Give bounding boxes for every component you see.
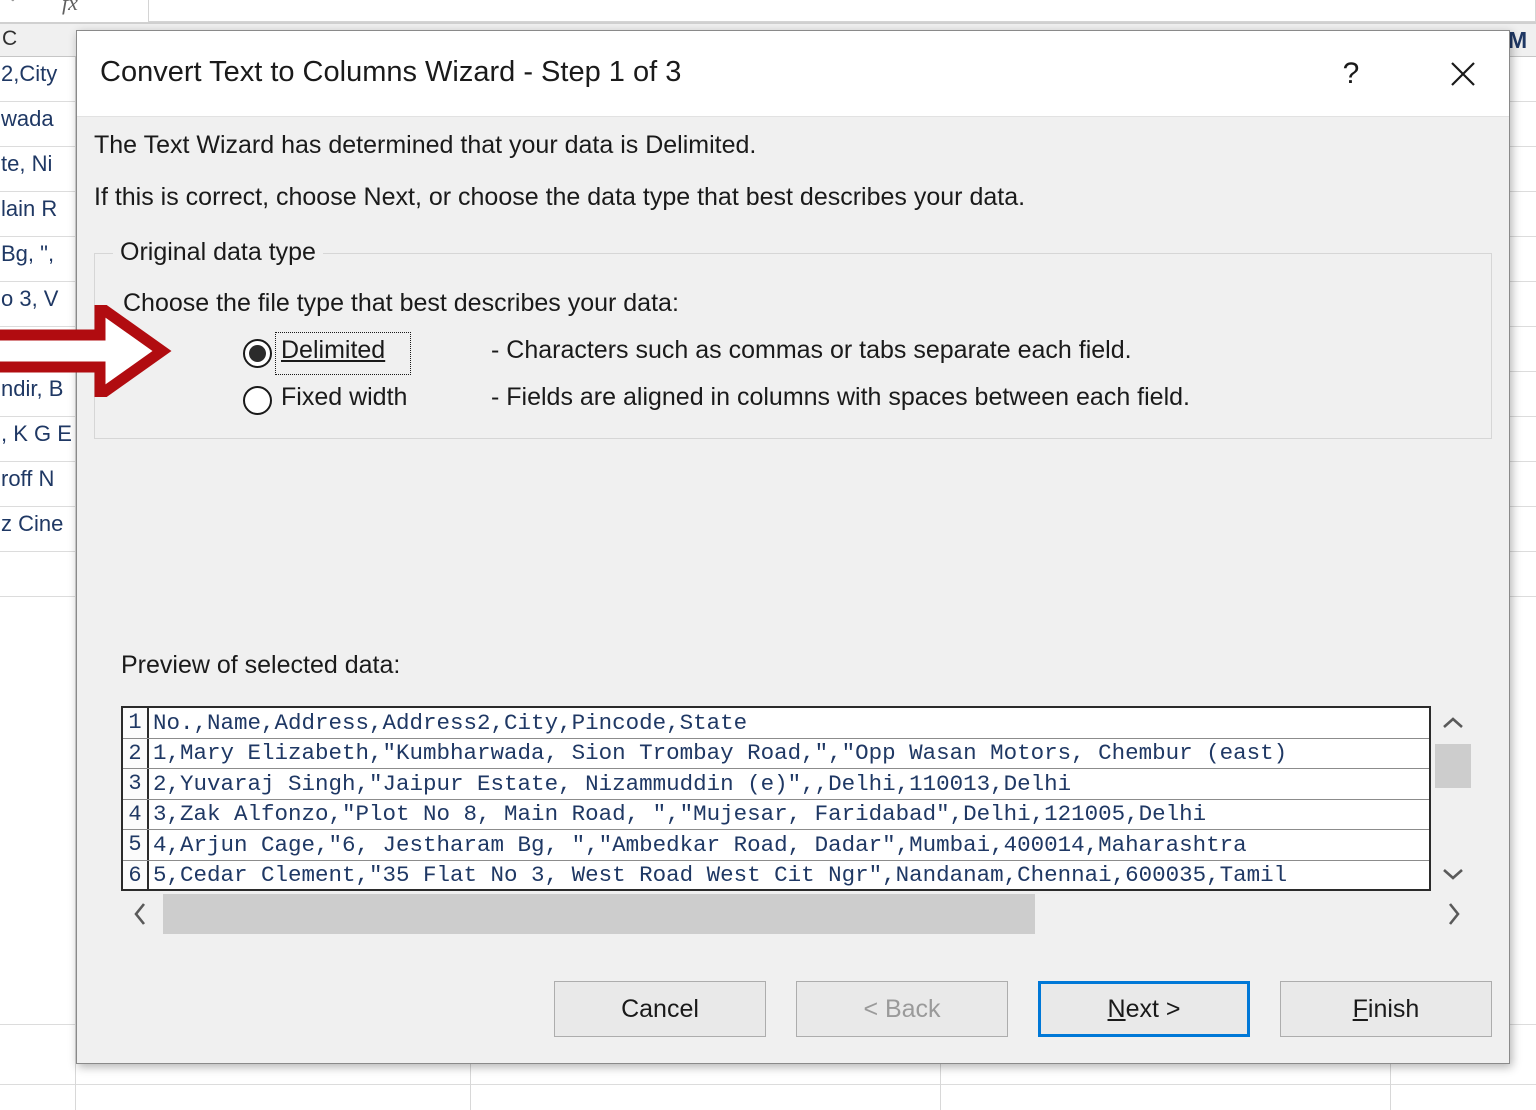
grid-line <box>0 1084 1536 1085</box>
formula-bar-input[interactable]: No.,Name,Address,Address2,City,Pincode,S… <box>148 0 1536 22</box>
preview-row: 3 2,Yuvaraj Singh,"Jaipur Estate, Nizamm… <box>123 769 1429 800</box>
radio-selected-dot <box>249 345 266 362</box>
preview-row-text: 5,Cedar Clement,"35 Flat No 3, West Road… <box>153 862 1288 889</box>
preview-row-number: 6 <box>123 860 149 889</box>
preview-pane[interactable]: 1 No.,Name,Address,Address2,City,Pincode… <box>121 706 1431 891</box>
cell-text: 12, 1, <box>1 331 57 356</box>
close-icon[interactable] <box>1435 51 1491 97</box>
choose-file-type-label: Choose the file type that best describes… <box>123 289 679 317</box>
preview-label: Preview of selected data: <box>121 651 401 679</box>
cell-text: , K G E <box>1 421 72 446</box>
back-button[interactable]: < Back <box>796 981 1008 1037</box>
scroll-right-icon[interactable] <box>1435 891 1473 937</box>
vertical-scroll-thumb[interactable] <box>1435 744 1471 788</box>
convert-text-to-columns-dialog: Convert Text to Columns Wizard - Step 1 … <box>76 30 1510 1064</box>
preview-row: 2 1,Mary Elizabeth,"Kumbharwada, Sion Tr… <box>123 738 1429 769</box>
preview-row: 4 3,Zak Alfonzo,"Plot No 8, Main Road, "… <box>123 799 1429 830</box>
preview-horizontal-scrollbar[interactable] <box>121 891 1473 937</box>
preview-row: 6 5,Cedar Clement,"35 Flat No 3, West Ro… <box>123 860 1429 889</box>
cell-text: roff N <box>1 466 55 491</box>
preview-row-text: 4,Arjun Cage,"6, Jestharam Bg, ","Ambedk… <box>153 831 1247 858</box>
next-button[interactable]: Next > <box>1038 981 1250 1037</box>
cancel-button[interactable]: Cancel <box>554 981 766 1037</box>
help-icon[interactable]: ? <box>1323 51 1379 97</box>
preview-row: 1 No.,Name,Address,Address2,City,Pincode… <box>123 708 1429 739</box>
preview-row-number: 1 <box>123 708 149 738</box>
preview-row: 5 4,Arjun Cage,"6, Jestharam Bg, ","Ambe… <box>123 830 1429 861</box>
preview-row-number: 3 <box>123 769 149 799</box>
column-header-m[interactable]: M <box>1508 27 1527 54</box>
delimited-description: - Characters such as commas or tabs sepa… <box>491 336 1132 364</box>
cell-text: ndir, B <box>1 376 64 401</box>
preview-row-number: 5 <box>123 830 149 860</box>
preview-row-text: 2,Yuvaraj Singh,"Jaipur Estate, Nizammud… <box>153 770 1072 797</box>
dialog-title-bar: Convert Text to Columns Wizard - Step 1 … <box>77 31 1509 117</box>
fixed-width-radio-button[interactable] <box>243 386 272 415</box>
preview-row-text: No.,Name,Address,Address2,City,Pincode,S… <box>153 709 748 736</box>
group-legend: Original data type <box>113 238 323 267</box>
cell-text: Bg, ", <box>1 241 55 266</box>
screen: C M 2,City wada te, Ni lain R Bg, ", o 3… <box>0 0 1536 1110</box>
cell-text: lain R <box>1 196 58 221</box>
cell-text: 2,City <box>1 61 58 86</box>
check-icon[interactable]: ✓ <box>8 0 34 12</box>
horizontal-scroll-thumb[interactable] <box>163 894 1035 934</box>
preview-row-number: 4 <box>123 799 149 829</box>
delimited-radio-label[interactable]: Delimited <box>281 336 385 365</box>
fixed-width-radio-label[interactable]: Fixed width <box>281 383 407 412</box>
column-header-c[interactable]: C <box>2 27 17 51</box>
cell-text: te, Ni <box>1 151 53 176</box>
dialog-title: Convert Text to Columns Wizard - Step 1 … <box>100 56 682 88</box>
finish-button-rest: inish <box>1367 994 1420 1023</box>
cell-text: o 3, V <box>1 286 59 311</box>
preview-row-text: 3,Zak Alfonzo,"Plot No 8, Main Road, ","… <box>153 801 1207 828</box>
next-button-rest: ext > <box>1125 994 1181 1023</box>
cell-text: z Cine <box>1 511 64 536</box>
cell-text: wada <box>1 106 54 131</box>
preview-row-text: 1,Mary Elizabeth,"Kumbharwada, Sion Trom… <box>153 740 1288 767</box>
fixed-width-description: - Fields are aligned in columns with spa… <box>491 383 1190 411</box>
excel-formula-bar-area: ✓ fx No.,Name,Address,Address2,City,Pinc… <box>0 0 1536 22</box>
scroll-left-icon[interactable] <box>121 891 159 937</box>
intro-line-1: The Text Wizard has determined that your… <box>94 131 757 159</box>
finish-button[interactable]: Finish <box>1280 981 1492 1037</box>
scroll-down-icon[interactable] <box>1433 857 1473 891</box>
scroll-up-icon[interactable] <box>1433 706 1473 740</box>
preview-vertical-scrollbar[interactable] <box>1433 706 1473 891</box>
divider <box>0 22 1536 24</box>
preview-row-number: 2 <box>123 738 149 768</box>
intro-line-2: If this is correct, choose Next, or choo… <box>94 183 1026 211</box>
function-icon[interactable]: fx <box>62 0 104 20</box>
